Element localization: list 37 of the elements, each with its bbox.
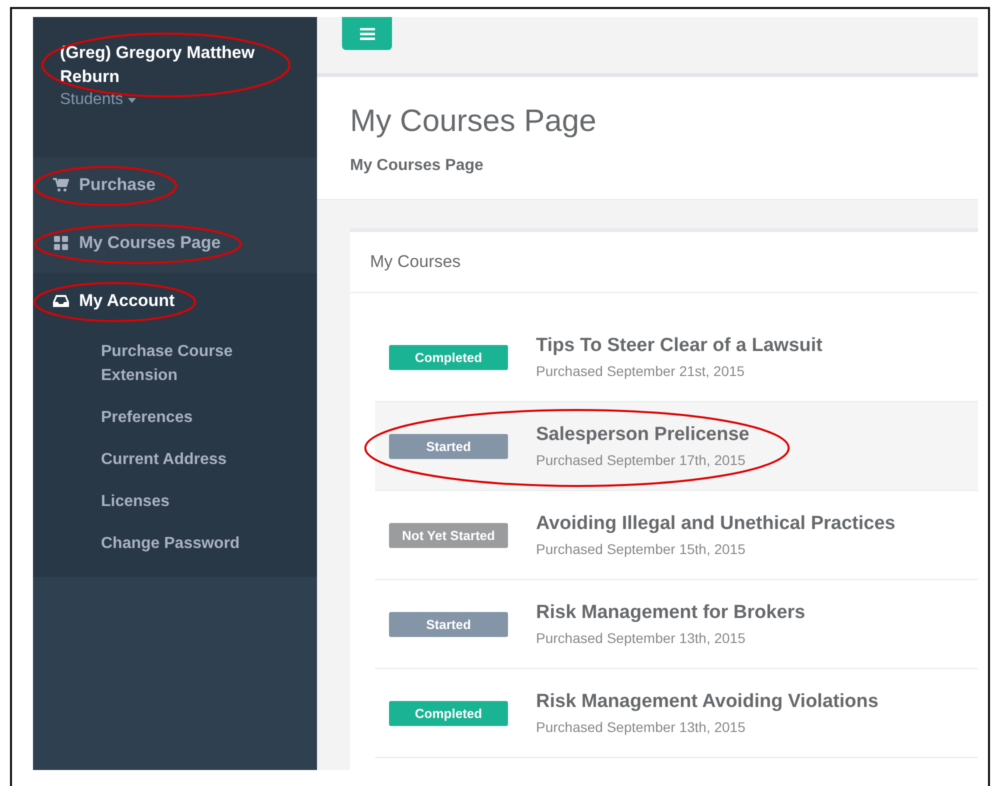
purchase-date: Purchased September 13th, 2015 [536, 630, 746, 646]
course-title: Risk Management for Brokers [536, 602, 806, 624]
caret-icon [128, 98, 136, 102]
panel-title: My Courses [350, 232, 978, 293]
submenu-item[interactable]: Preferences [33, 397, 317, 439]
purchase-date: Purchased September 17th, 2015 [536, 452, 746, 468]
menu-icon [360, 28, 374, 40]
course-title: Avoiding Illegal and Unethical Practices [536, 513, 896, 535]
submenu-item[interactable]: Purchase Course Extension [33, 331, 317, 397]
inbox-icon [53, 294, 69, 308]
status-badge: Not Yet Started [389, 522, 508, 548]
nav-label: My Courses Page [79, 233, 221, 253]
cart-icon [53, 178, 69, 192]
purchase-date: Purchased September 15th, 2015 [536, 541, 746, 557]
menu-button[interactable] [342, 17, 392, 50]
course-title: Salesperson Prelicense [536, 424, 750, 446]
role-dropdown[interactable]: Students [60, 91, 136, 109]
status-badge: Started [389, 612, 508, 636]
status-badge: Completed [389, 700, 508, 726]
course-title: Tips To Steer Clear of a Lawsuit [536, 335, 822, 357]
status-badge: Started [389, 434, 508, 458]
course-row[interactable]: Completed Risk Management Avoiding Violations Purchased September 13th, 2015 [375, 669, 978, 758]
status-badge: Completed [389, 344, 508, 370]
page-title: My Courses Page [350, 103, 598, 139]
submenu-item[interactable]: Licenses [33, 481, 317, 523]
nav-label: My Account [79, 291, 175, 311]
breadcrumb: My Courses Page [350, 157, 484, 175]
course-title: Risk Management Avoiding Violations [536, 691, 878, 713]
user-name: (Greg) Gregory Matthew Reburn [60, 42, 256, 88]
course-row[interactable]: Started Risk Management for Brokers Purchased September 13th, 2015 [375, 580, 978, 669]
nav-label: Purchase [79, 175, 156, 195]
submenu-item[interactable]: Change Password [33, 523, 317, 565]
course-row[interactable]: Not Yet Started Avoiding Illegal and Unethical Practices Purchased September 15th, 2015 [375, 491, 978, 580]
grid-icon [53, 236, 69, 250]
purchase-date: Purchased September 21st, 2015 [536, 363, 746, 379]
purchase-date: Purchased September 13th, 2015 [536, 719, 746, 735]
submenu-item[interactable]: Current Address [33, 439, 317, 481]
